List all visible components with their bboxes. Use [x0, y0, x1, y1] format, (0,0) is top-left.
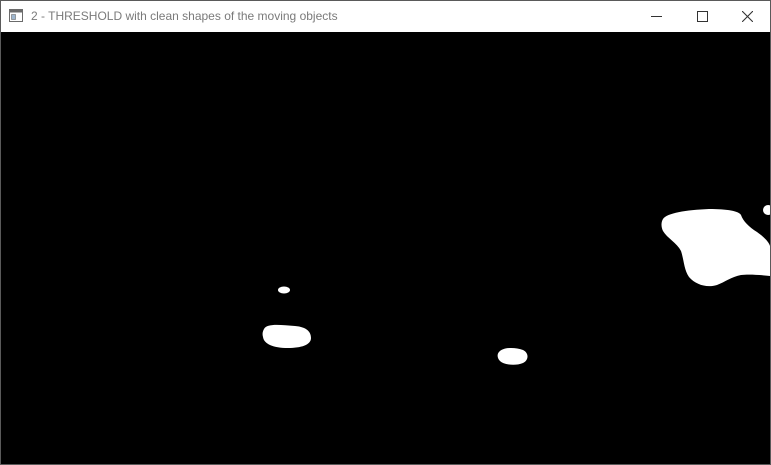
- threshold-image: [1, 32, 770, 464]
- motion-blob: [497, 347, 528, 365]
- motion-blob: [262, 324, 311, 348]
- minimize-button[interactable]: [633, 1, 679, 31]
- motion-blob: [278, 286, 290, 294]
- threshold-image-svg: [1, 32, 770, 464]
- maximize-button[interactable]: [679, 1, 725, 31]
- image-background: [1, 32, 770, 464]
- close-icon: [741, 10, 753, 22]
- title-bar[interactable]: 2 - THRESHOLD with clean shapes of the m…: [1, 1, 770, 31]
- threshold-window: 2 - THRESHOLD with clean shapes of the m…: [0, 0, 771, 465]
- minimize-icon: [650, 11, 662, 22]
- maximize-icon: [696, 10, 708, 22]
- close-button[interactable]: [724, 1, 770, 31]
- window-title: 2 - THRESHOLD with clean shapes of the m…: [31, 9, 338, 23]
- app-window-icon: [9, 9, 23, 22]
